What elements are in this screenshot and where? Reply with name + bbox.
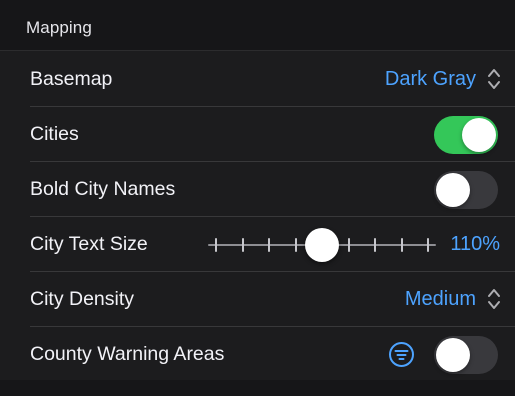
city-density-value[interactable]: Medium: [405, 288, 476, 311]
county-warning-areas-row: County Warning Areas: [14, 327, 515, 382]
slider-tick: [400, 238, 403, 252]
slider-tick: [347, 238, 350, 252]
cities-row: Cities: [14, 107, 515, 162]
toggle-knob: [436, 173, 470, 207]
city-text-size-row: City Text Size 110%: [14, 217, 515, 272]
cities-toggle[interactable]: [434, 116, 498, 154]
city-text-size-slider[interactable]: [208, 228, 436, 262]
city-text-size-value: 110%: [450, 233, 500, 255]
county-warning-areas-toggle[interactable]: [434, 336, 498, 374]
slider-tick: [294, 238, 297, 252]
toggle-knob: [436, 338, 470, 372]
slider-thumb[interactable]: [305, 228, 339, 262]
toggle-knob: [462, 118, 496, 152]
slider-tick: [241, 238, 244, 252]
section-header: Mapping: [0, 0, 515, 51]
basemap-label: Basemap: [30, 68, 113, 90]
county-warning-areas-label: County Warning Areas: [30, 343, 225, 365]
bottom-edge: [0, 380, 515, 396]
bold-city-names-toggle[interactable]: [434, 171, 498, 209]
slider-tick: [268, 238, 270, 252]
filter-circle-icon[interactable]: [388, 341, 415, 368]
city-text-size-label: City Text Size: [30, 233, 148, 255]
chevron-up-down-icon[interactable]: [487, 286, 501, 312]
slider-tick: [374, 238, 376, 252]
bold-city-names-row: Bold City Names: [14, 162, 515, 217]
cities-label: Cities: [30, 123, 79, 145]
slider-tick: [427, 238, 429, 252]
city-density-row[interactable]: City Density Medium: [14, 272, 515, 327]
bold-city-names-label: Bold City Names: [30, 178, 176, 200]
mapping-settings-panel: Basemap Dark Gray Cities Bold City Names: [14, 52, 515, 380]
city-density-label: City Density: [30, 288, 135, 310]
chevron-up-down-icon[interactable]: [487, 66, 501, 92]
section-title: Mapping: [26, 18, 92, 37]
basemap-value[interactable]: Dark Gray: [385, 68, 476, 91]
basemap-row[interactable]: Basemap Dark Gray: [14, 52, 515, 107]
settings-screen: Mapping Basemap Dark Gray Cities Bold Ci…: [0, 0, 515, 396]
slider-tick: [215, 238, 217, 252]
